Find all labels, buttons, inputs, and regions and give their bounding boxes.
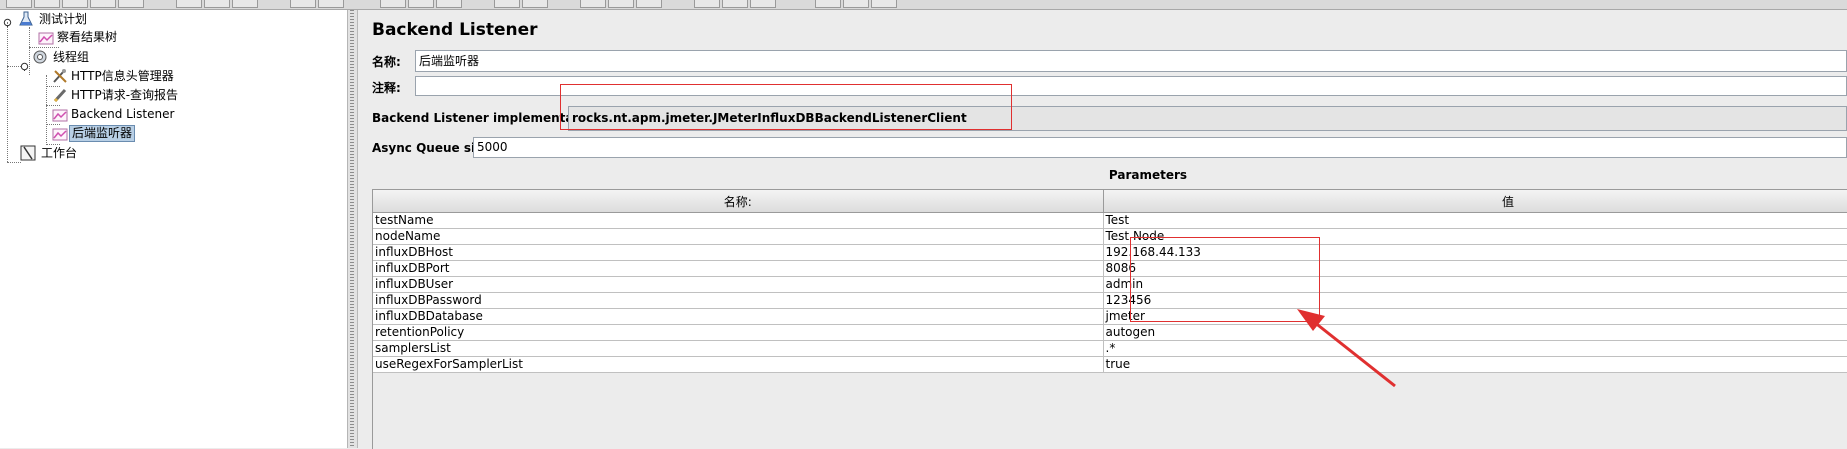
toolbar-button[interactable] [232, 0, 258, 8]
listener-graph-icon [52, 128, 68, 141]
listener-graph-icon [38, 32, 54, 45]
table-row[interactable]: nodeName Test Node [373, 228, 1847, 245]
flask-icon [19, 11, 33, 26]
toolbar-button[interactable] [494, 0, 520, 8]
annotation-box-implementation [560, 84, 1012, 130]
splitter-grip [350, 10, 354, 448]
toolbar-button[interactable] [871, 0, 897, 8]
tree-line [7, 66, 21, 67]
tree-item-label: 测试计划 [39, 12, 88, 26]
workbench-icon [20, 145, 36, 161]
table-row[interactable]: influxDBUser admin [373, 276, 1847, 293]
param-name-cell[interactable]: useRegexForSamplerList [373, 356, 1104, 373]
tree-item-label: HTTP信息头管理器 [71, 69, 174, 83]
param-value-cell[interactable]: true [1103, 356, 1847, 373]
name-label: 名称: [372, 55, 401, 69]
tree-item-label: 后端监听器 [69, 125, 136, 142]
tree-item-label: HTTP请求-查询报告 [71, 88, 179, 102]
toolbar-button[interactable] [204, 0, 230, 8]
tree-item-label: 线程组 [53, 50, 90, 64]
tree-line [29, 27, 30, 75]
tree-item-backend-listener[interactable]: Backend Listener [52, 105, 176, 123]
tree-line [7, 22, 8, 162]
toolbar-button[interactable] [408, 0, 434, 8]
column-header-value[interactable]: 值 [1103, 190, 1847, 213]
toolbar-button[interactable] [580, 0, 606, 8]
toolbar-button[interactable] [636, 0, 662, 8]
test-plan-tree: 测试计划 察看结果树 线程组 HTTP信息头管理器 HTTP请求-查询报告 Ba… [0, 10, 348, 448]
tree-line [7, 162, 21, 163]
tree-item-test-plan[interactable]: 测试计划 [18, 10, 89, 28]
toolbar-button[interactable] [290, 0, 316, 8]
param-name-cell[interactable]: influxDBUser [373, 276, 1104, 293]
tree-item-workbench[interactable]: 工作台 [20, 144, 79, 162]
tree-item-label: Backend Listener [71, 107, 175, 121]
splitter-handle[interactable] [348, 10, 358, 448]
backend-listener-panel: Backend Listener 名称: 后端监听器 注释: Backend L… [358, 10, 1847, 449]
parameters-table: 名称: 值 testName Test nodeName Test Node inf… [372, 189, 1847, 449]
param-name-cell[interactable]: influxDBPassword [373, 292, 1104, 309]
param-name-cell[interactable]: testName [373, 212, 1104, 229]
param-value-cell[interactable]: Test [1103, 212, 1847, 229]
tree-item-thread-group[interactable]: 线程组 [32, 48, 91, 66]
table-row[interactable]: samplersList .* [373, 340, 1847, 357]
tree-item-label: 工作台 [41, 146, 78, 160]
param-name-cell[interactable]: influxDBHost [373, 244, 1104, 261]
toolbar-button[interactable] [843, 0, 869, 8]
toolbar-button[interactable] [436, 0, 462, 8]
comment-label: 注释: [372, 81, 401, 95]
toolbar-button[interactable] [694, 0, 720, 8]
async-queue-size-field[interactable]: 5000 [473, 137, 1847, 158]
gear-icon [33, 50, 47, 64]
param-name-cell[interactable]: nodeName [373, 228, 1104, 245]
page-title: Backend Listener [372, 20, 538, 40]
listener-graph-icon [52, 109, 68, 122]
param-name-cell[interactable]: samplersList [373, 340, 1104, 357]
table-row[interactable]: useRegexForSamplerList true [373, 356, 1847, 373]
parameters-title: Parameters [1108, 168, 1188, 182]
toolbar-button[interactable] [522, 0, 548, 8]
toolbar-button[interactable] [318, 0, 344, 8]
pen-icon [53, 88, 67, 103]
name-field[interactable]: 后端监听器 [415, 50, 1847, 72]
table-row[interactable]: influxDBPassword 123456 [373, 292, 1847, 309]
toolbar [0, 0, 1847, 10]
param-name-cell[interactable]: influxDBDatabase [373, 308, 1104, 325]
table-row[interactable]: testName Test [373, 212, 1847, 229]
param-name-cell[interactable]: retentionPolicy [373, 324, 1104, 341]
table-row[interactable]: influxDBHost 192.168.44.133 [373, 244, 1847, 261]
param-value-cell[interactable]: autogen [1103, 324, 1847, 341]
column-header-name[interactable]: 名称: [373, 190, 1104, 213]
tree-item-view-results-tree[interactable]: 察看结果树 [38, 28, 119, 46]
expand-toggle-icon[interactable] [3, 18, 12, 27]
tree-item-http-header-manager[interactable]: HTTP信息头管理器 [52, 67, 176, 85]
toolbar-button[interactable] [176, 0, 202, 8]
toolbar-button[interactable] [90, 0, 116, 8]
tools-icon [53, 69, 67, 83]
tree-item-backend-listener-selected[interactable]: 后端监听器 [52, 124, 136, 142]
table-row[interactable]: influxDBPort 8086 [373, 260, 1847, 277]
param-value-cell[interactable]: .* [1103, 340, 1847, 357]
toolbar-button[interactable] [380, 0, 406, 8]
tree-item-http-request[interactable]: HTTP请求-查询报告 [52, 86, 180, 104]
toolbar-button[interactable] [815, 0, 841, 8]
toolbar-button[interactable] [118, 0, 144, 8]
toolbar-button[interactable] [722, 0, 748, 8]
annotation-box-influx-params [1130, 237, 1320, 322]
table-row[interactable]: influxDBDatabase jmeter [373, 308, 1847, 325]
toolbar-button[interactable] [608, 0, 634, 8]
expand-toggle-icon[interactable] [20, 62, 29, 71]
toolbar-button[interactable] [6, 0, 32, 8]
toolbar-button[interactable] [62, 0, 88, 8]
tree-item-label: 察看结果树 [57, 30, 118, 44]
toolbar-button[interactable] [34, 0, 60, 8]
param-name-cell[interactable]: influxDBPort [373, 260, 1104, 277]
table-row[interactable]: retentionPolicy autogen [373, 324, 1847, 341]
toolbar-button[interactable] [750, 0, 776, 8]
